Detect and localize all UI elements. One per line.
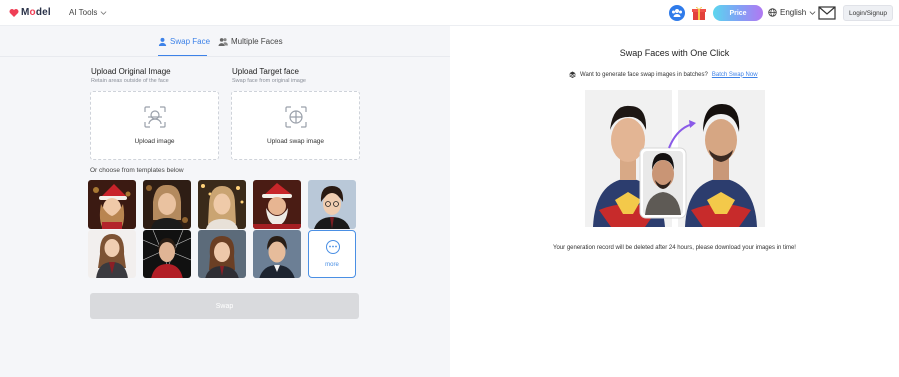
- template-thumbnail[interactable]: [253, 230, 301, 278]
- template-image-woman-blonde: [143, 180, 191, 229]
- chevron-down-icon: [100, 11, 107, 15]
- template-thumbnail[interactable]: [308, 180, 356, 229]
- upload-original-dropzone[interactable]: Upload image: [90, 91, 219, 160]
- ai-tools-menu[interactable]: AI Tools: [69, 8, 107, 17]
- templates-label: Or choose from templates below: [90, 167, 184, 174]
- template-thumbnail[interactable]: [88, 230, 136, 278]
- globe-icon: [768, 8, 777, 17]
- face-scan-icon: [144, 106, 166, 128]
- face-scan-target-icon: [285, 106, 307, 128]
- mode-tabs: Swap Face Multiple Faces: [0, 26, 450, 57]
- tab-swap-face[interactable]: Swap Face: [158, 37, 210, 46]
- left-panel: Swap Face Multiple Faces Upload Original…: [0, 26, 450, 377]
- community-icon[interactable]: [669, 5, 685, 21]
- logo-text-m: M: [21, 7, 30, 18]
- template-image-man-suit: [253, 230, 301, 278]
- template-image-boy-wizard: [308, 180, 356, 229]
- template-image-santa-man: [253, 180, 301, 229]
- swap-button[interactable]: Swap: [90, 293, 359, 319]
- upload-original-subtitle: Retain areas outside of the face: [91, 78, 169, 84]
- layers-icon: [569, 71, 576, 78]
- tab-multiple-faces-label: Multiple Faces: [231, 37, 283, 46]
- chevron-down-icon: [809, 11, 816, 15]
- user-icon: [158, 37, 167, 46]
- showcase-title: Swap Faces with One Click: [619, 48, 730, 58]
- template-image-girl-santa-hat: [88, 180, 136, 229]
- more-templates-button[interactable]: more: [308, 230, 356, 278]
- logo[interactable]: Model: [9, 7, 51, 18]
- upload-target-subtitle: Swap face from original image: [232, 78, 306, 84]
- heart-icon: [9, 8, 19, 17]
- upload-original-title: Upload Original Image: [91, 67, 171, 76]
- tab-multiple-faces[interactable]: Multiple Faces: [218, 37, 283, 46]
- price-button[interactable]: Price: [713, 5, 763, 21]
- upload-target-dropzone[interactable]: Upload swap image: [231, 91, 360, 160]
- top-header: Model AI Tools Price English Login/Signu…: [0, 0, 899, 26]
- template-thumbnail[interactable]: [143, 230, 191, 278]
- tab-swap-face-label: Swap Face: [170, 37, 211, 46]
- batch-swap-link[interactable]: Batch Swap Now: [712, 72, 758, 78]
- language-label: English: [780, 8, 807, 17]
- users-icon: [218, 38, 228, 46]
- ellipsis-icon: [326, 240, 340, 254]
- logo-text-del: del: [35, 7, 51, 18]
- tabs-divider: [0, 56, 450, 57]
- retention-notice: Your generation record will be deleted a…: [553, 245, 796, 251]
- upload-target-label: Upload swap image: [266, 138, 325, 145]
- template-thumbnail[interactable]: [198, 180, 246, 229]
- mail-icon[interactable]: [818, 6, 836, 20]
- template-image-spider-hero: [143, 230, 191, 278]
- language-selector[interactable]: English: [768, 8, 816, 17]
- template-image-woman-lights: [198, 180, 246, 229]
- template-thumbnail[interactable]: [88, 180, 136, 229]
- batch-swap-text: Want to generate face swap images in bat…: [580, 71, 708, 78]
- template-thumbnail[interactable]: [143, 180, 191, 229]
- logo-text: Model: [21, 7, 51, 18]
- batch-swap-prompt: Want to generate face swap images in bat…: [569, 71, 758, 78]
- template-thumbnail[interactable]: [253, 180, 301, 229]
- template-image-woman-uniform: [198, 230, 246, 278]
- upload-original-label: Upload image: [134, 138, 175, 145]
- right-panel: Swap Faces with One Click Want to genera…: [450, 26, 899, 377]
- upload-target-title: Upload Target face: [232, 67, 300, 76]
- ai-tools-label: AI Tools: [69, 8, 98, 17]
- template-thumbnail[interactable]: [198, 230, 246, 278]
- template-image-girl-uniform: [88, 230, 136, 278]
- gift-icon[interactable]: [691, 5, 707, 21]
- face-swap-example-image: [585, 90, 765, 227]
- login-signup-button[interactable]: Login/Signup: [843, 5, 893, 21]
- more-label: more: [325, 262, 339, 268]
